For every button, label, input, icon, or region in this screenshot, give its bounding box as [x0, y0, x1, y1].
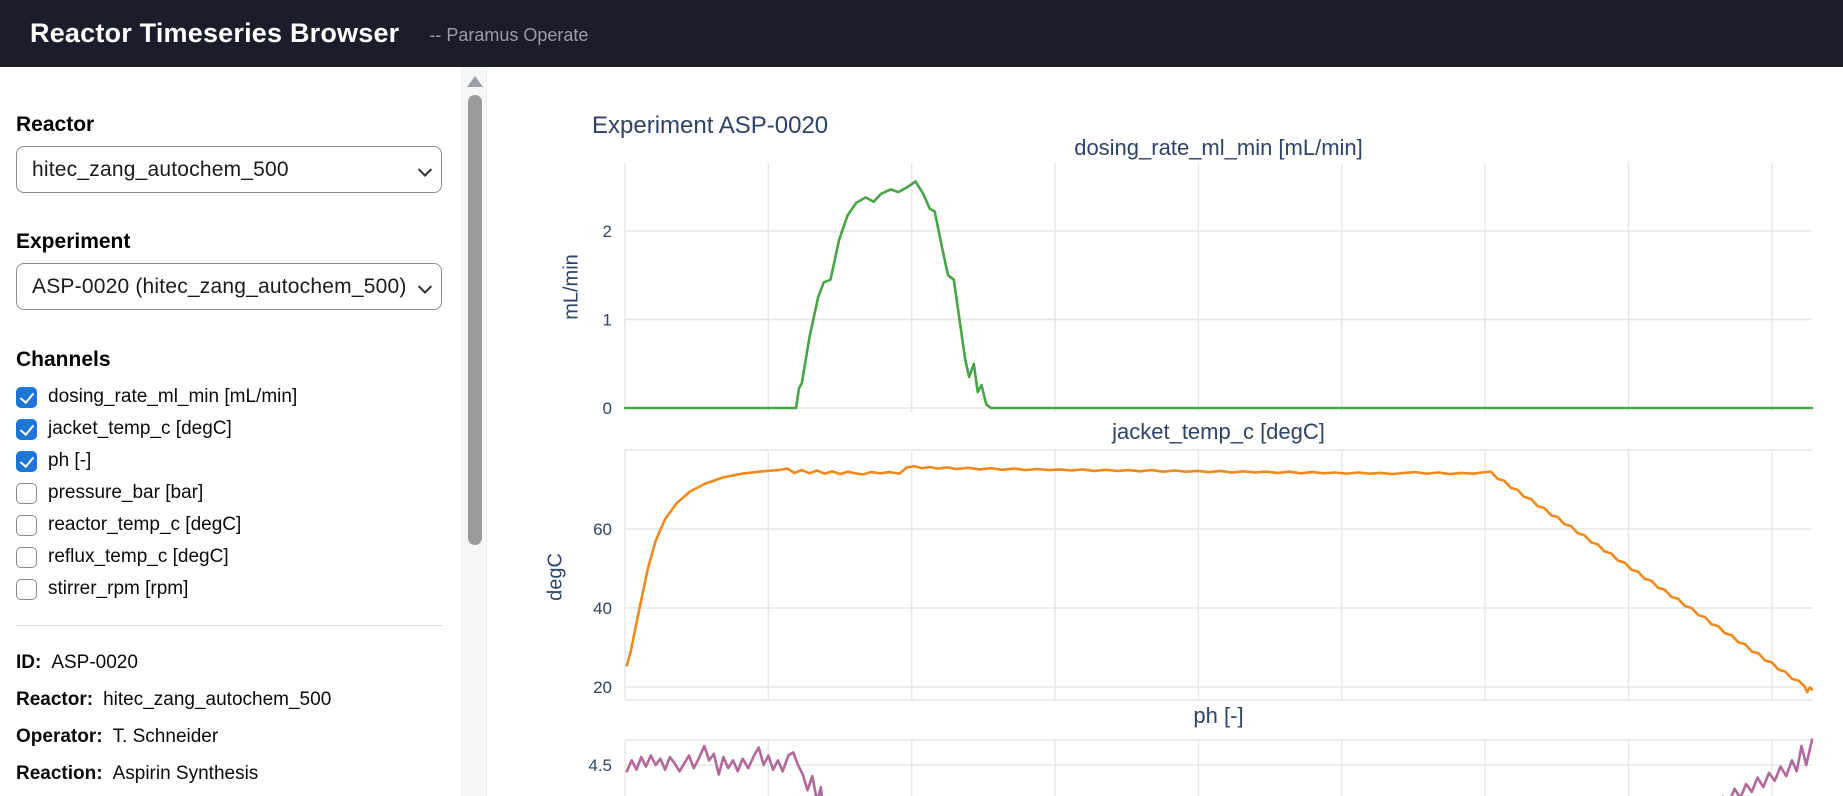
chart-title-jacket-temp: jacket_temp_c [degC] — [1112, 419, 1325, 444]
y-tick-label: 2 — [603, 222, 612, 241]
y-tick-label: 20 — [593, 678, 612, 697]
y-tick-label: 4.5 — [588, 756, 612, 775]
ph-line — [625, 738, 1814, 796]
y-axis-label-degc: degC — [544, 553, 567, 601]
app-window: Reactor Timeseries Browser -- Paramus Op… — [0, 0, 1843, 796]
y-axis-label-ml-min: mL/min — [560, 254, 583, 320]
y-tick-label: 0 — [603, 399, 612, 418]
chart-dosing_rate_ml_min: 0 1 2 — [603, 163, 1814, 418]
chart-ph: 4.5 — [588, 738, 1814, 796]
charts-canvas[interactable]: 0 1 2 20 40 60 4.5 — [0, 0, 1843, 796]
chart-title-ph: ph [-] — [1193, 703, 1244, 728]
chart-title-dosing-rate: dosing_rate_ml_min [mL/min] — [1074, 135, 1363, 160]
chart-jacket_temp_c: 20 40 60 — [593, 449, 1814, 701]
y-tick-label: 60 — [593, 520, 612, 539]
dosing_rate_ml_min-line — [623, 180, 1814, 410]
jacket_temp_c-line — [625, 464, 1814, 694]
y-tick-label: 1 — [603, 311, 612, 330]
y-tick-label: 40 — [593, 599, 612, 618]
